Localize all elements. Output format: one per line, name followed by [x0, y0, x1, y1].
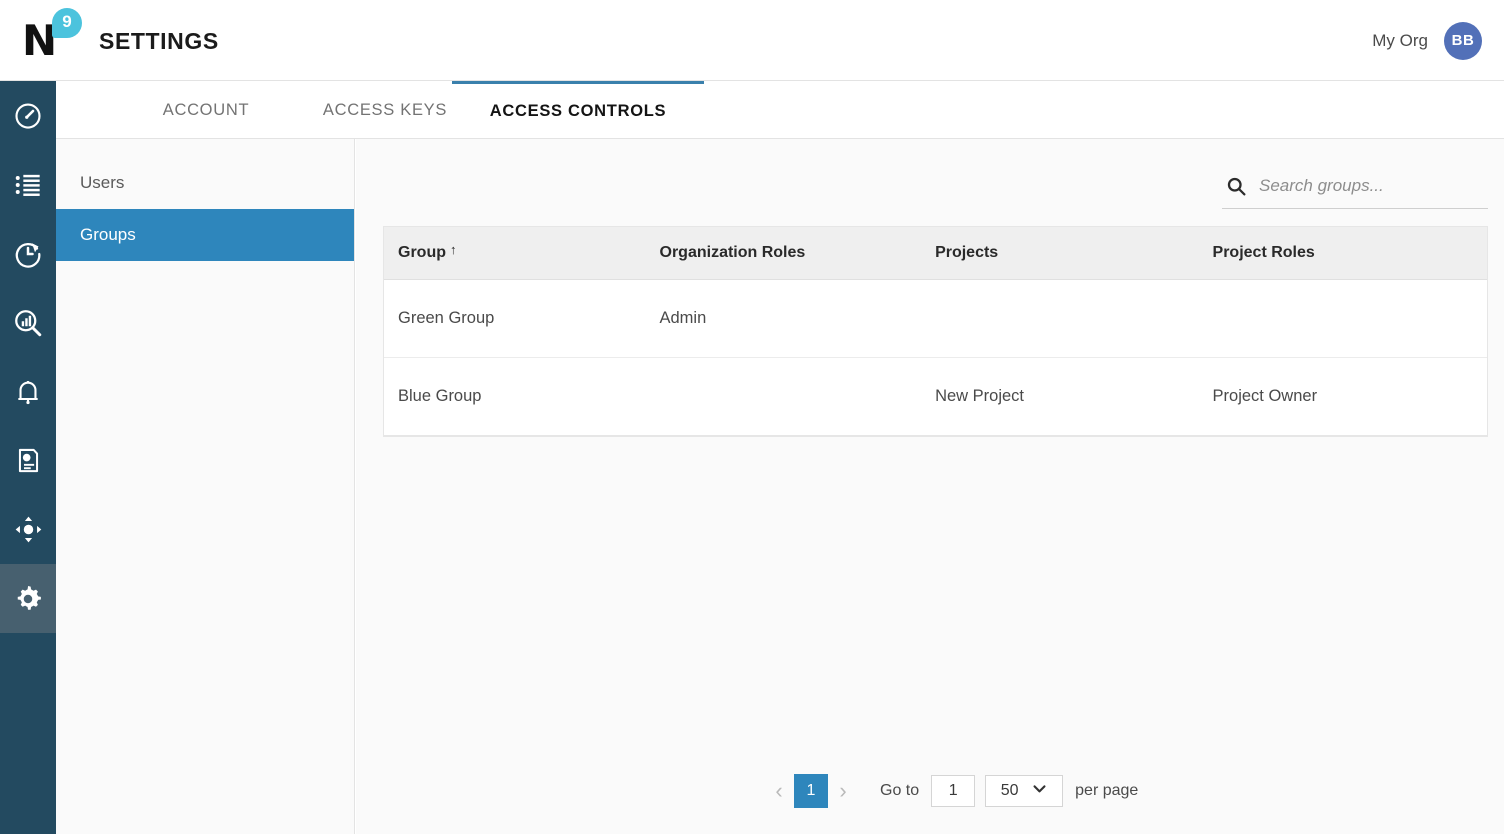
goto-label: Go to [880, 782, 920, 799]
sort-ascending-icon: ↑ [450, 242, 457, 257]
search-input[interactable] [1259, 175, 1459, 202]
chart-search-icon [13, 308, 43, 338]
bell-icon [14, 378, 42, 406]
move-nodes-icon [15, 516, 42, 543]
subnav-item-users[interactable]: Users [56, 157, 354, 209]
goto-page-input[interactable] [931, 775, 976, 807]
sidebar-item-dashboard[interactable] [0, 81, 56, 150]
sidebar-item-alerts[interactable] [0, 357, 56, 426]
table-header-row: Group ↑ Organization Roles Projects Proje… [384, 227, 1487, 280]
cell-projects: New Project [935, 357, 1213, 436]
column-header-project-roles[interactable]: Project Roles [1212, 227, 1487, 280]
primary-sidebar [0, 81, 56, 834]
avatar[interactable]: BB [1444, 21, 1482, 60]
org-name-label[interactable]: My Org [1372, 31, 1428, 51]
sidebar-item-settings[interactable] [0, 564, 56, 633]
cell-group: Blue Group [384, 357, 660, 436]
column-header-organization-roles[interactable]: Organization Roles [659, 227, 936, 280]
report-document-icon [15, 447, 42, 474]
pagination: ‹ 1 › Go to 50 per page [764, 774, 1138, 808]
gear-icon [13, 584, 43, 614]
refresh-clock-icon [13, 239, 43, 269]
sidebar-item-monitoring[interactable] [0, 219, 56, 288]
column-header-group[interactable]: Group ↑ [384, 227, 660, 280]
cell-organization-roles: Admin [659, 279, 936, 358]
tab-account[interactable]: ACCOUNT [132, 81, 280, 139]
access-controls-subnav: Users Groups [56, 139, 355, 834]
cell-group: Green Group [384, 279, 660, 358]
search-icon [1226, 176, 1247, 202]
header-right-group: My Org BB [1372, 0, 1482, 81]
per-page-select[interactable]: 50 [985, 775, 1064, 807]
sidebar-item-analysis[interactable] [0, 288, 56, 357]
column-header-projects[interactable]: Projects [935, 227, 1213, 280]
page-number-1[interactable]: 1 [794, 774, 828, 808]
search-groups-box[interactable] [1222, 169, 1488, 209]
app-logo[interactable]: N 9 [22, 8, 84, 64]
groups-table: Group ↑ Organization Roles Projects Proje… [383, 226, 1488, 437]
per-page-label: per page [1075, 782, 1139, 799]
sidebar-item-reports[interactable] [0, 426, 56, 495]
chevron-right-icon[interactable]: › [828, 774, 858, 808]
cell-projects [935, 279, 1213, 358]
chevron-left-icon[interactable]: ‹ [764, 774, 794, 808]
table-row[interactable]: Blue Group New Project Project Owner [384, 357, 1487, 436]
column-header-group-label: Group [398, 244, 446, 261]
table-row[interactable]: Green Group Admin [384, 279, 1487, 358]
cell-organization-roles [659, 357, 936, 436]
logo-badge-nine-icon: 9 [52, 8, 82, 38]
sidebar-item-topology[interactable] [0, 495, 56, 564]
subnav-item-groups[interactable]: Groups [56, 209, 354, 261]
settings-tab-bar: ACCOUNT ACCESS KEYS ACCESS CONTROLS [56, 81, 1504, 139]
tab-access-controls[interactable]: ACCESS CONTROLS [452, 81, 704, 139]
app-header: N 9 SETTINGS My Org BB [0, 0, 1504, 81]
sidebar-item-list[interactable] [0, 150, 56, 219]
per-page-value: 50 [1000, 782, 1019, 799]
page-title: SETTINGS [99, 28, 219, 54]
chevron-down-icon [1031, 780, 1048, 802]
groups-main-panel: Group ↑ Organization Roles Projects Proje… [356, 139, 1504, 834]
list-icon [14, 171, 42, 199]
dashboard-gauge-icon [13, 101, 43, 131]
cell-project-roles [1212, 279, 1487, 358]
tab-access-keys[interactable]: ACCESS KEYS [300, 81, 470, 139]
cell-project-roles: Project Owner [1212, 357, 1487, 436]
